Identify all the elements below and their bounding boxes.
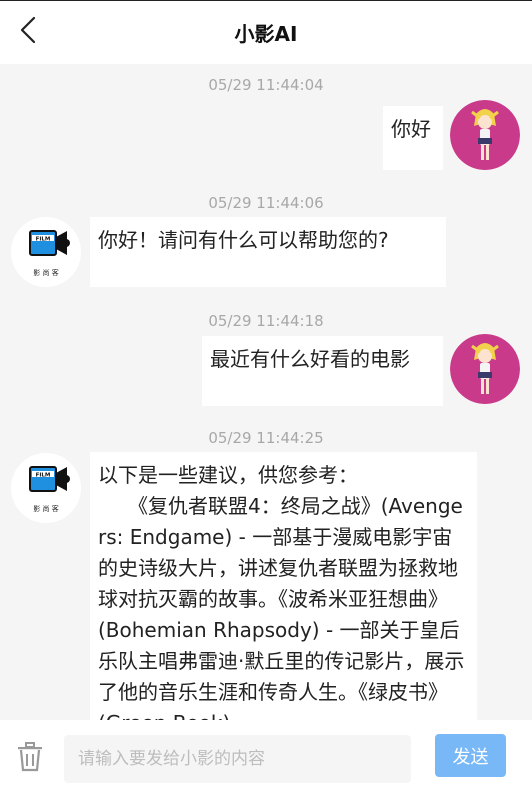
svg-text:影 尚 客: 影 尚 客: [33, 268, 58, 277]
message-timestamp: 05/29 11:44:04: [208, 76, 324, 94]
bot-avatar[interactable]: FILM 影 尚 客: [11, 217, 81, 287]
input-bar: 发送: [0, 720, 532, 796]
user-avatar[interactable]: [450, 334, 520, 404]
clear-chat-button[interactable]: [16, 742, 44, 772]
user-message-bubble: 你好: [383, 106, 443, 170]
anime-girl-avatar-icon: [450, 334, 520, 404]
svg-text:FILM: FILM: [36, 473, 51, 479]
chevron-left-icon: [20, 16, 36, 44]
page-title: 小影AI: [234, 22, 298, 46]
film-camera-logo-icon: FILM 影 尚 客: [11, 217, 81, 287]
svg-text:影 尚 客: 影 尚 客: [33, 504, 58, 513]
message-timestamp: 05/29 11:44:06: [208, 194, 324, 212]
header: 小影AI: [0, 0, 532, 64]
message-timestamp: 05/29 11:44:25: [208, 429, 324, 447]
user-message-bubble: 最近有什么好看的电影: [202, 336, 443, 406]
bot-message-bubble: 你好！请问有什么可以帮助您的?: [90, 217, 446, 287]
bot-avatar[interactable]: FILM 影 尚 客: [11, 453, 81, 523]
user-avatar[interactable]: [450, 100, 520, 170]
bot-message-bubble: 以下是一些建议，供您参考： 《复仇者联盟4：终局之战》(Avengers: En…: [90, 452, 477, 720]
back-button[interactable]: [14, 15, 42, 45]
svg-text:FILM: FILM: [36, 237, 51, 243]
anime-girl-avatar-icon: [450, 100, 520, 170]
film-camera-logo-icon: FILM 影 尚 客: [11, 453, 81, 523]
trash-icon: [18, 742, 42, 772]
chat-app: 小影AI 05/29 11:44:04 你好 05/29 11:44:06 FI…: [0, 0, 532, 796]
message-input[interactable]: [64, 735, 411, 783]
message-timestamp: 05/29 11:44:18: [208, 312, 324, 330]
chat-area[interactable]: 05/29 11:44:04 你好 05/29 11:44:06 FILM 影 …: [0, 64, 532, 720]
send-button[interactable]: 发送: [435, 734, 506, 777]
